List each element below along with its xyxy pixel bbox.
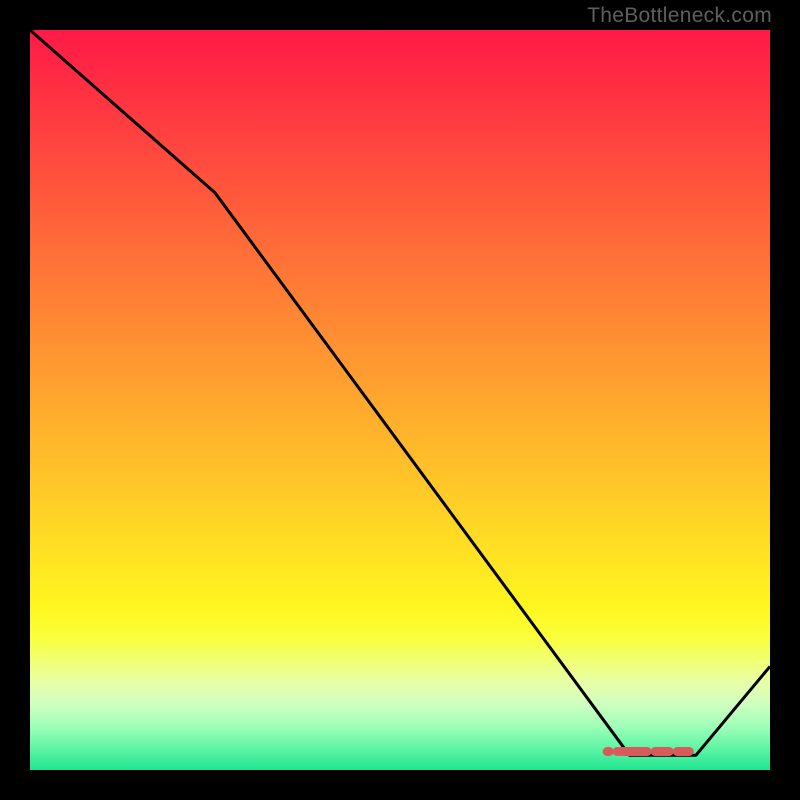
attribution-text: TheBottleneck.com bbox=[587, 4, 772, 28]
chart-area bbox=[30, 30, 770, 770]
bottleneck-curve-line bbox=[30, 30, 770, 755]
chart-overlay bbox=[30, 30, 770, 770]
